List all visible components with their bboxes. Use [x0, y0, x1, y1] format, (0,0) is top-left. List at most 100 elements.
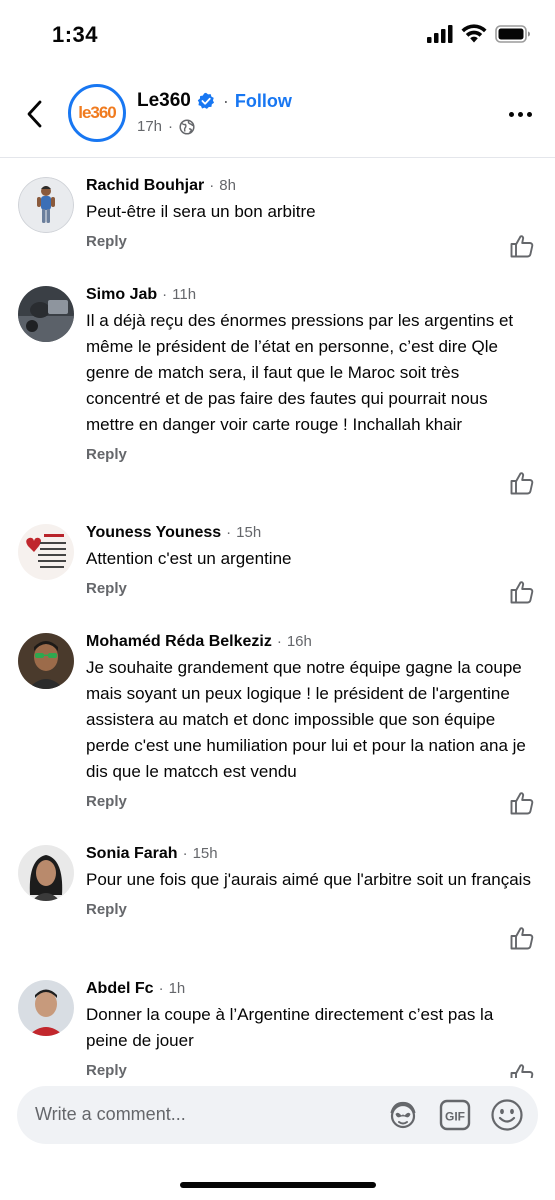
- comment-time: 1h: [168, 980, 186, 997]
- comment-body: Abdel Fc · 1h Donner la coupe à l’Argent…: [86, 980, 536, 1078]
- comment-header: Youness Youness · 15h: [86, 524, 536, 542]
- composer-icons: GIF: [386, 1098, 524, 1132]
- comment-body: Mohaméd Réda Belkeziz · 16h Je souhaite …: [86, 633, 536, 810]
- avatar-bitmoji: [18, 177, 74, 233]
- comment-time-separator: ·: [182, 845, 188, 862]
- comment-input[interactable]: Write a comment... GIF: [17, 1086, 538, 1144]
- post-time[interactable]: 17h: [137, 118, 162, 135]
- gif-icon: GIF: [439, 1099, 471, 1131]
- gif-label: GIF: [445, 1110, 465, 1124]
- thumbs-up-icon: [510, 792, 534, 815]
- thumbs-up-icon: [510, 581, 534, 604]
- page-avatar-logo: le360: [78, 103, 117, 122]
- comment-text: Pour une fois que j'aurais aimé que l'ar…: [86, 870, 531, 889]
- page-name[interactable]: Le360: [137, 90, 191, 112]
- status-bar: 1:34: [0, 0, 555, 72]
- comment-item: Mohaméd Réda Belkeziz · 16h Je souhaite …: [0, 633, 555, 823]
- emoji-button[interactable]: [490, 1098, 524, 1132]
- avatar[interactable]: [18, 633, 74, 689]
- thumbs-up-icon: [510, 235, 534, 258]
- comment-author[interactable]: Mohaméd Réda Belkeziz: [86, 633, 272, 651]
- meta-separator: ·: [168, 118, 174, 135]
- post-meta: 17h ·: [137, 118, 195, 135]
- comment-text: Donner la coupe à l’Argentine directemen…: [86, 1005, 494, 1050]
- thumbs-up-icon: [510, 472, 534, 495]
- reply-button[interactable]: Reply: [86, 580, 536, 597]
- thumbs-up-icon: [510, 1064, 534, 1078]
- name-separator: ·: [222, 90, 229, 111]
- avatar-photo: [18, 980, 74, 1036]
- more-options-button[interactable]: [505, 102, 535, 126]
- comment-text: Je souhaite grandement que notre équipe …: [86, 658, 526, 781]
- thumbs-up-icon: [510, 927, 534, 950]
- like-button[interactable]: [509, 233, 535, 259]
- gif-button[interactable]: GIF: [438, 1098, 472, 1132]
- cellular-signal-icon: [427, 24, 453, 43]
- status-time: 1:34: [52, 22, 99, 47]
- comment-time: 15h: [192, 845, 218, 862]
- reply-button[interactable]: Reply: [86, 793, 536, 810]
- chevron-left-icon: [27, 100, 42, 128]
- reply-button[interactable]: Reply: [86, 446, 536, 463]
- comment-input-placeholder: Write a comment...: [35, 1104, 186, 1124]
- avatar-image: [18, 524, 74, 580]
- avatar[interactable]: [18, 845, 74, 901]
- comment-time: 8h: [219, 177, 236, 194]
- reply-button[interactable]: Reply: [86, 1062, 536, 1078]
- comment-time: 15h: [236, 524, 262, 541]
- more-dot: [526, 111, 532, 117]
- comment-text: Attention c'est un argentine: [86, 549, 292, 568]
- comment-item: Abdel Fc · 1h Donner la coupe à l’Argent…: [0, 980, 555, 1078]
- emoji-smile-icon: [491, 1099, 523, 1131]
- comment-text: Peut-être il sera un bon arbitre: [86, 202, 316, 221]
- comment-time: 16h: [286, 633, 312, 650]
- comment-author[interactable]: Youness Youness: [86, 524, 221, 542]
- reply-button[interactable]: Reply: [86, 901, 536, 918]
- comment-author[interactable]: Rachid Bouhjar: [86, 177, 204, 195]
- like-button[interactable]: [509, 470, 535, 496]
- globe-icon: [179, 118, 195, 135]
- comment-author[interactable]: Abdel Fc: [86, 980, 154, 998]
- more-dot: [517, 111, 523, 117]
- page-avatar[interactable]: le360: [68, 84, 126, 142]
- comment-author[interactable]: Sonia Farah: [86, 845, 178, 863]
- back-button[interactable]: [18, 94, 50, 134]
- comment-time-separator: ·: [226, 524, 232, 541]
- like-button[interactable]: [509, 925, 535, 951]
- comment-header: Sonia Farah · 15h: [86, 845, 536, 863]
- like-button[interactable]: [509, 1062, 535, 1078]
- avatar-sticker-button[interactable]: [386, 1098, 420, 1132]
- comment-header: Mohaméd Réda Belkeziz · 16h: [86, 633, 536, 651]
- comment-time-separator: ·: [162, 286, 168, 303]
- comment-item: Rachid Bouhjar · 8h Peut-être il sera un…: [0, 177, 555, 287]
- reply-button[interactable]: Reply: [86, 233, 536, 250]
- avatar[interactable]: [18, 286, 74, 342]
- comment-composer-area: Write a comment... GIF: [0, 1078, 555, 1200]
- comment-body: Simo Jab · 11h Il a déjà reçu des énorme…: [86, 286, 536, 463]
- avatar-photo: [18, 286, 74, 342]
- avatar[interactable]: [18, 524, 74, 580]
- follow-button[interactable]: Follow: [235, 91, 292, 112]
- status-icons: [427, 24, 531, 43]
- avatar[interactable]: [18, 980, 74, 1036]
- comment-header: Simo Jab · 11h: [86, 286, 536, 304]
- wifi-icon: [461, 24, 487, 43]
- comment-time-separator: ·: [276, 633, 282, 650]
- like-button[interactable]: [509, 579, 535, 605]
- comment-header: Rachid Bouhjar · 8h: [86, 177, 536, 195]
- like-button[interactable]: [509, 790, 535, 816]
- avatar[interactable]: [18, 177, 74, 233]
- comment-item: Sonia Farah · 15h Pour une fois que j'au…: [0, 845, 555, 955]
- comments-list[interactable]: Rachid Bouhjar · 8h Peut-être il sera un…: [0, 159, 555, 1078]
- comment-body: Rachid Bouhjar · 8h Peut-être il sera un…: [86, 177, 536, 250]
- comment-author[interactable]: Simo Jab: [86, 286, 157, 304]
- post-header: le360 Le360 · Follow 17h ·: [0, 72, 555, 158]
- avatar-sticker-icon: [390, 1101, 416, 1129]
- battery-icon: [495, 24, 530, 43]
- comment-body: Sonia Farah · 15h Pour une fois que j'au…: [86, 845, 536, 918]
- comment-text: Il a déjà reçu des énormes pressions par…: [86, 311, 514, 434]
- comment-item: Youness Youness · 15h Attention c'est un…: [0, 524, 555, 614]
- comment-time: 11h: [172, 286, 197, 303]
- comment-time-separator: ·: [209, 177, 215, 194]
- home-indicator[interactable]: [180, 1182, 376, 1188]
